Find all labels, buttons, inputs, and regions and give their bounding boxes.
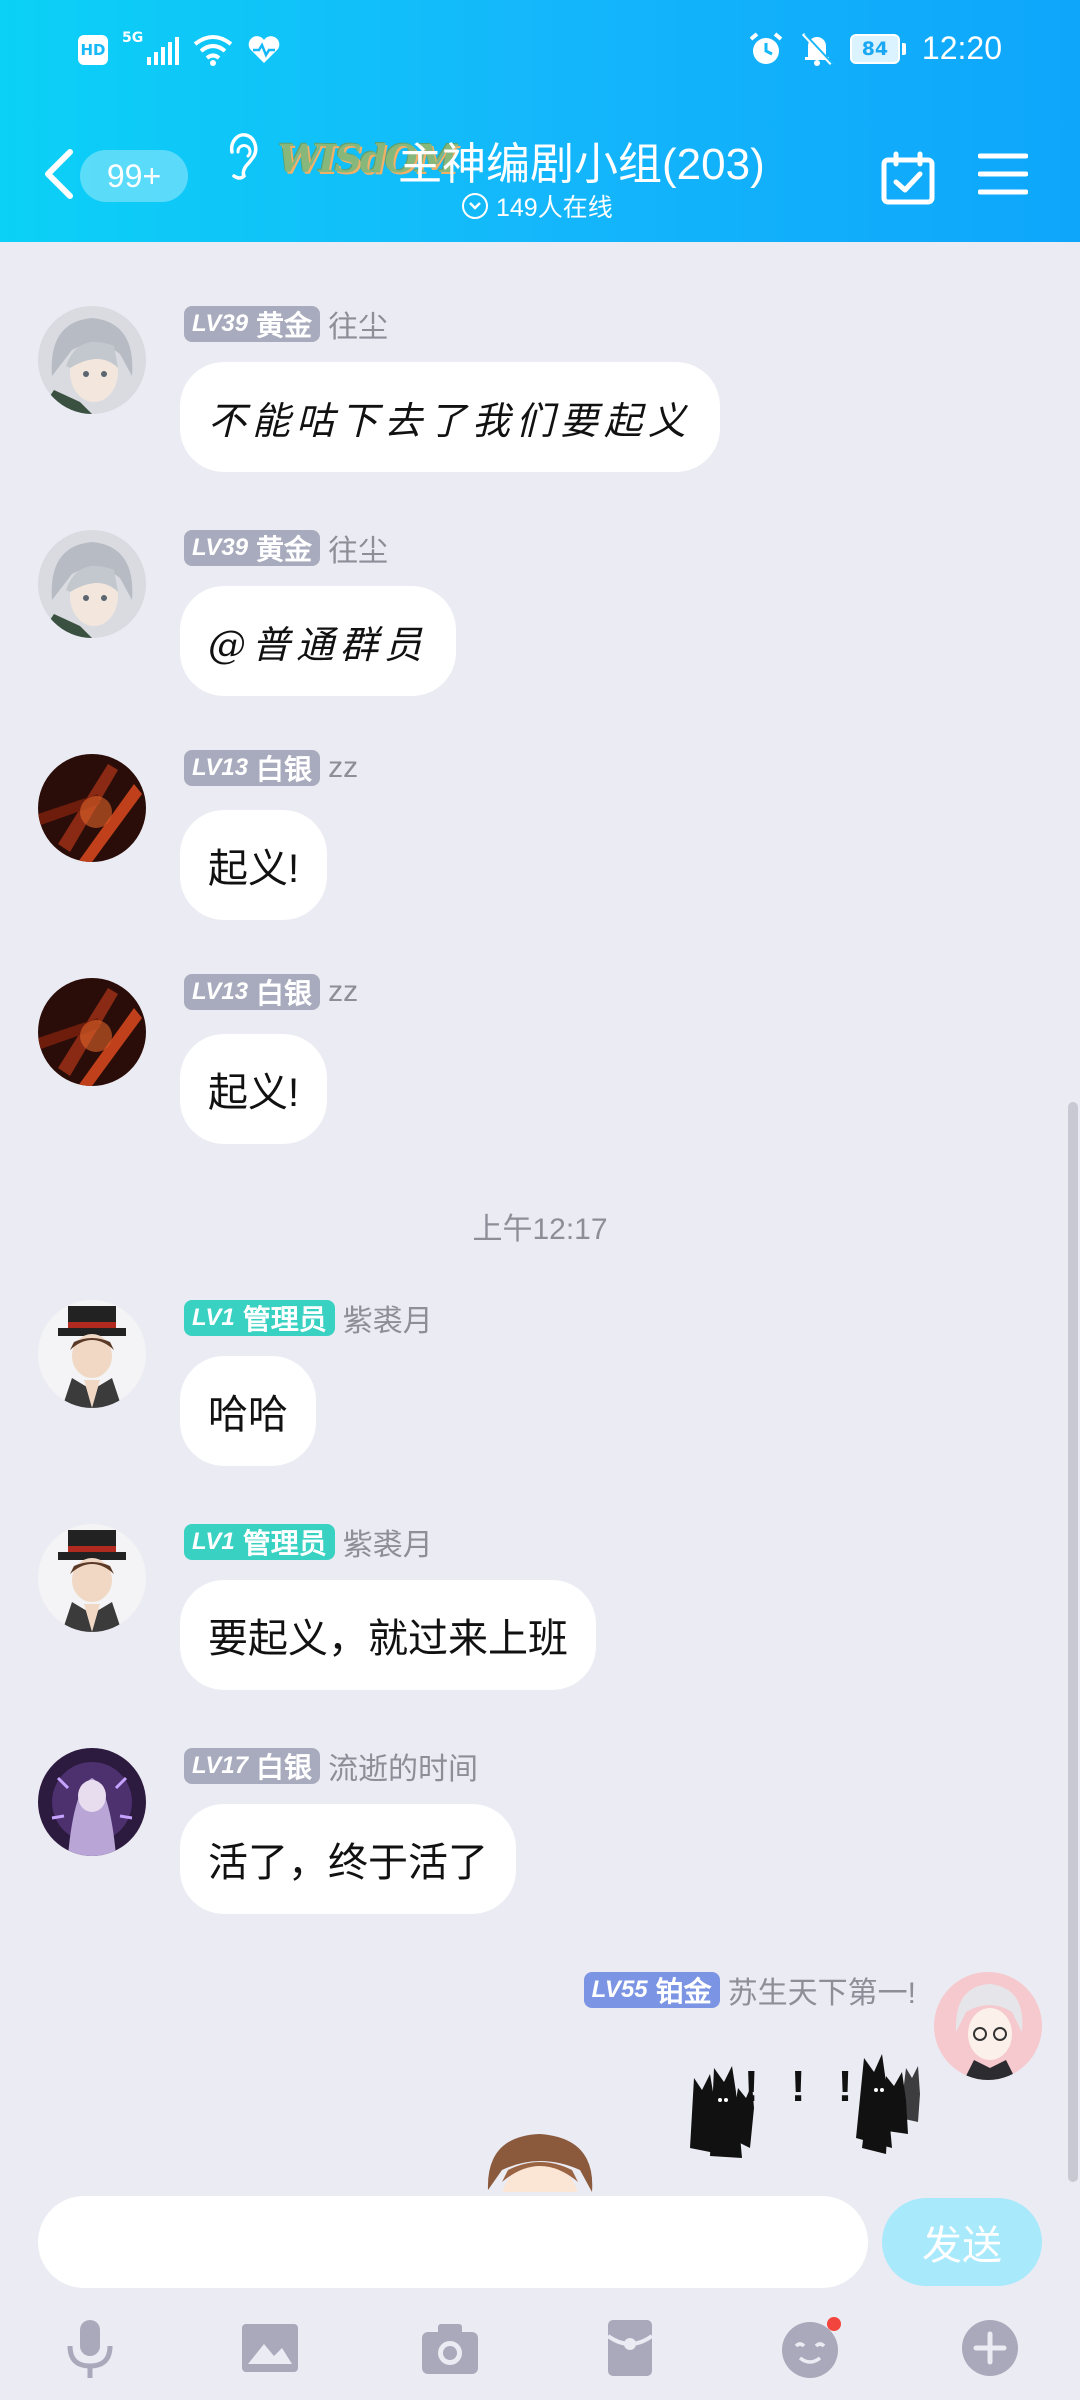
level-badge: LV39 黄金 xyxy=(184,306,321,342)
input-bar: 发送 xyxy=(0,2192,1080,2292)
avatar[interactable] xyxy=(38,530,146,638)
avatar[interactable] xyxy=(38,1524,146,1632)
message-bubble[interactable]: 哈哈 xyxy=(180,1356,316,1466)
sender-meta: LV1 管理员 紫裘月 xyxy=(184,1296,433,1340)
sender-name[interactable]: 紫裘月 xyxy=(343,1520,433,1564)
clock: 12:20 xyxy=(921,30,1002,66)
mute-bell-icon xyxy=(801,32,834,66)
avatar[interactable] xyxy=(38,306,146,414)
sender-name[interactable]: 流逝的时间 xyxy=(328,1744,478,1788)
status-right: 84 12:20 xyxy=(748,30,1002,67)
calendar-check-icon[interactable] xyxy=(880,150,936,206)
emoji-icon[interactable] xyxy=(778,2316,842,2380)
sender-meta: LV13 白银 zz xyxy=(184,974,358,1010)
plus-icon[interactable] xyxy=(958,2316,1022,2380)
sender-meta: LV13 白银 zz xyxy=(184,750,358,786)
menu-icon[interactable] xyxy=(978,152,1028,196)
health-heart-icon xyxy=(248,36,280,63)
back-arrow-icon[interactable] xyxy=(40,144,76,204)
message-row-self: LV55 铂金 苏生天下第一! ! ! ! xyxy=(0,1972,1080,2192)
red-packet-icon[interactable] xyxy=(598,2316,662,2380)
status-left: HD 5G xyxy=(78,30,281,66)
message-bubble[interactable]: 不能咕下去了我们要起义 xyxy=(180,362,721,472)
avatar[interactable] xyxy=(934,1972,1042,2080)
admin-badge: LV1 管理员 xyxy=(184,1300,335,1336)
chat-header: HD 5G 84 12:20 99+ WISdOM 主神编剧小组(203) 14… xyxy=(0,0,1080,242)
time-divider: 上午12:17 xyxy=(472,1213,608,1246)
group-title[interactable]: 主神编剧小组(203) xyxy=(398,128,765,192)
peeking-character-sticker[interactable] xyxy=(476,2130,606,2192)
avatar[interactable] xyxy=(38,754,146,862)
level-badge: LV39 黄金 xyxy=(184,530,321,566)
scrollbar[interactable] xyxy=(1068,1102,1078,2182)
message-list[interactable]: LV39 黄金 往尘 不能咕下去了我们要起义 LV39 黄金 往尘 @普通群员 … xyxy=(0,242,1080,2192)
level-badge: LV17 白银 xyxy=(184,1748,321,1784)
avatar[interactable] xyxy=(38,978,146,1086)
message-bubble[interactable]: 活了，终于活了 xyxy=(180,1804,516,1914)
signal-icon xyxy=(147,35,180,65)
battery-level: 84 xyxy=(849,33,900,64)
level-badge: LV13 白银 xyxy=(184,750,321,786)
ear-icon[interactable] xyxy=(222,132,262,184)
message-bubble[interactable]: 起义! xyxy=(180,810,328,920)
sender-name[interactable]: 往尘 xyxy=(328,526,388,570)
sender-name[interactable]: 往尘 xyxy=(328,302,388,346)
nav-bar: 99+ WISdOM 主神编剧小组(203) 149人在线 xyxy=(0,110,1080,242)
sender-meta: LV39 黄金 往尘 xyxy=(184,302,388,346)
message-bubble[interactable]: 起义! xyxy=(180,1034,328,1144)
battery-icon xyxy=(901,42,906,55)
alarm-icon xyxy=(749,31,783,64)
status-bar: HD 5G 84 12:20 xyxy=(0,0,1080,110)
sender-meta: LV17 白银 流逝的时间 xyxy=(184,1744,478,1788)
online-count-label: 149人在线 xyxy=(496,194,613,222)
sender-name[interactable]: zz xyxy=(328,751,358,785)
network-type: 5G xyxy=(122,30,144,46)
level-badge: LV13 白银 xyxy=(184,974,321,1010)
wifi-icon xyxy=(194,35,233,66)
avatar[interactable] xyxy=(38,1748,146,1856)
unread-count-badge[interactable]: 99+ xyxy=(80,150,188,202)
message-bubble[interactable]: 要起义，就过来上班 xyxy=(180,1580,596,1690)
platinum-badge: LV55 铂金 xyxy=(583,1972,720,2008)
message-bubble[interactable]: @普通群员 xyxy=(180,586,457,696)
avatar[interactable] xyxy=(38,1300,146,1408)
online-count[interactable]: 149人在线 xyxy=(462,188,613,224)
sender-name[interactable]: zz xyxy=(328,975,358,1009)
sticker-message[interactable]: ! ! ! xyxy=(680,2038,940,2168)
sender-meta: LV55 铂金 苏生天下第一! xyxy=(583,1968,916,2012)
bottom-toolbar xyxy=(0,2292,1080,2400)
message-input[interactable] xyxy=(38,2196,868,2288)
sender-name[interactable]: 紫裘月 xyxy=(343,1296,433,1340)
sender-name[interactable]: 苏生天下第一! xyxy=(728,1968,916,2012)
sticker-text: ! ! ! xyxy=(744,2062,863,2111)
sender-meta: LV1 管理员 紫裘月 xyxy=(184,1520,433,1564)
chevron-down-icon xyxy=(462,193,488,219)
admin-badge: LV1 管理员 xyxy=(184,1524,335,1560)
send-button[interactable]: 发送 xyxy=(882,2198,1042,2286)
camera-icon[interactable] xyxy=(418,2316,482,2380)
hd-icon: HD xyxy=(78,35,108,65)
image-icon[interactable] xyxy=(238,2316,302,2380)
microphone-icon[interactable] xyxy=(58,2316,122,2380)
sender-meta: LV39 黄金 往尘 xyxy=(184,526,388,570)
